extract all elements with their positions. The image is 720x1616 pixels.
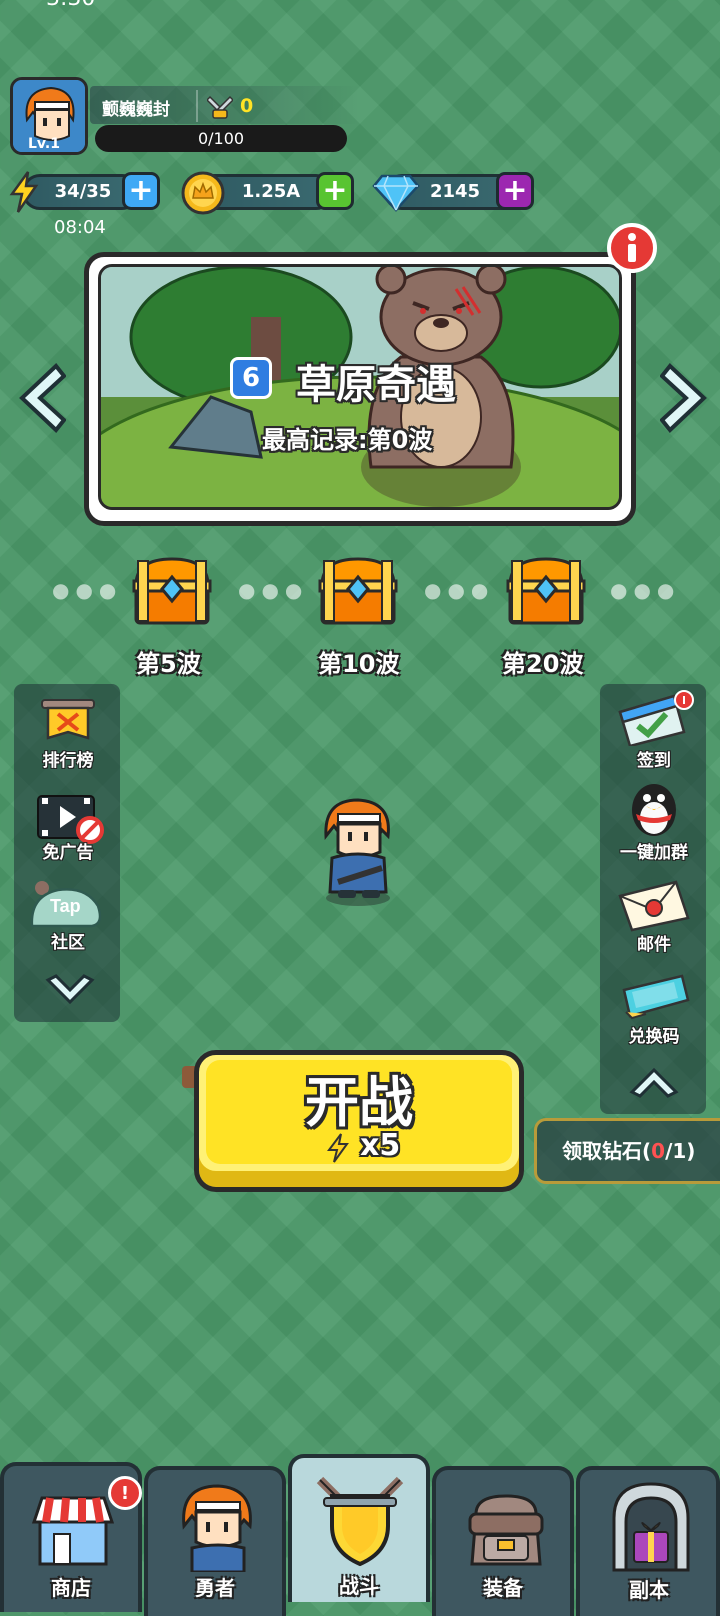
wave-label-5: 第5波	[136, 650, 201, 678]
wave-label-10: 第10波	[318, 650, 400, 678]
checkin-button[interactable]: 签到	[604, 690, 704, 774]
add-gold-button[interactable]: +	[316, 172, 354, 210]
no-ads-icon	[37, 795, 104, 844]
stage-info-button[interactable]	[606, 222, 658, 278]
gold-crown-coin-icon	[180, 170, 226, 220]
nav-label-shop: 商店	[51, 1576, 91, 1600]
join-group-button[interactable]: 一键加群	[604, 780, 704, 864]
mail-label: 邮件	[637, 935, 671, 955]
nav-tab-hero[interactable]: 勇者	[144, 1466, 286, 1616]
redeem-code-button[interactable]: 兑换码	[604, 968, 704, 1052]
svg-text:Tap: Tap	[50, 896, 81, 916]
trophy-swords-icon	[205, 94, 235, 124]
claim-diamond-text: 领取钻石(0/1)	[562, 1135, 695, 1164]
battle-shield-icon	[316, 1476, 404, 1567]
add-diamond-button[interactable]: +	[496, 172, 534, 210]
hero-icon	[182, 1484, 252, 1572]
player-level: Lv.1	[28, 136, 60, 152]
energy-cost: x5	[360, 1128, 401, 1163]
stage-record: 最高记录:第0波	[262, 426, 433, 454]
dungeon-gate-icon	[612, 1482, 690, 1572]
checkin-label: 签到	[637, 751, 671, 771]
wave-chest-20[interactable]	[506, 555, 586, 631]
progress-dots: ●●●	[238, 578, 309, 602]
hero-character[interactable]	[318, 796, 398, 912]
claim-diamond-prefix: 领取钻石(	[562, 1139, 652, 1163]
backpack-icon	[468, 1494, 544, 1566]
nav-tab-equipment[interactable]: 装备	[432, 1466, 574, 1616]
lightning-icon	[8, 170, 40, 218]
prev-stage-arrow[interactable]	[16, 362, 67, 434]
qq-penguin-icon	[632, 784, 676, 836]
add-energy-button[interactable]: +	[122, 172, 160, 210]
energy-timer: 08:04	[54, 217, 106, 238]
claim-diamond-suffix: /1)	[665, 1139, 696, 1163]
ticket-icon	[622, 974, 690, 1020]
ranking-banner-icon	[41, 699, 95, 740]
nav-label-hero: 勇者	[195, 1576, 235, 1600]
leaderboard-label: 排行榜	[42, 751, 94, 771]
community-label: 社区	[51, 933, 85, 953]
nav-tab-dungeon[interactable]: 副本	[576, 1466, 720, 1616]
join-group-label: 一键加群	[620, 843, 688, 863]
right-menu-collapse-chevron-up-icon[interactable]	[628, 1064, 680, 1102]
start-battle-label: 开战	[305, 1071, 413, 1134]
tap-community-icon: Tap	[30, 881, 102, 928]
xp-text: 0/100	[197, 129, 245, 148]
energy-value: 34/35	[54, 181, 112, 202]
diamond-value: 2145	[429, 181, 481, 202]
trophy-count: 0	[240, 95, 254, 117]
nav-label-dungeon: 副本	[629, 1578, 669, 1602]
leaderboard-button[interactable]: 排行榜	[18, 698, 118, 772]
status-time: 3:30	[46, 0, 95, 11]
wave-label-20: 第20波	[502, 650, 584, 678]
calendar-icon	[618, 690, 694, 746]
next-stage-arrow[interactable]	[659, 362, 710, 434]
gold-value: 1.25A	[241, 181, 301, 202]
stage-number-badge: 6	[230, 357, 272, 399]
no-ads-label: 免广告	[42, 843, 94, 863]
nav-tab-shop[interactable]: ! 商店	[0, 1462, 142, 1612]
no-ads-button[interactable]: 免广告	[18, 792, 118, 866]
progress-dots: ●●●	[52, 578, 123, 602]
nav-label-battle: 战斗	[339, 1574, 379, 1598]
shop-notification-badge: !	[108, 1476, 142, 1510]
player-name: 颤巍巍封	[102, 100, 170, 120]
nav-tab-battle[interactable]: 战斗	[288, 1454, 430, 1602]
progress-dots: ●●●	[424, 578, 495, 602]
community-button[interactable]: Tap 社区	[18, 880, 118, 954]
mail-button[interactable]: 邮件	[604, 874, 704, 958]
shop-icon	[31, 1496, 115, 1566]
redeem-code-label: 兑换码	[628, 1027, 680, 1047]
claim-diamond-current: 0	[651, 1139, 666, 1163]
divider	[196, 90, 198, 122]
stage-number: 6	[241, 363, 261, 393]
left-menu-collapse-chevron-down-icon[interactable]	[44, 974, 96, 1012]
wave-chest-5[interactable]	[132, 555, 212, 631]
stage-title: 草原奇遇	[296, 362, 456, 408]
progress-dots: ●●●	[610, 578, 681, 602]
wave-chest-10[interactable]	[318, 555, 398, 631]
mail-icon	[618, 880, 690, 932]
nav-label-equipment: 装备	[483, 1576, 523, 1600]
energy-cost-lightning-icon	[326, 1132, 350, 1168]
